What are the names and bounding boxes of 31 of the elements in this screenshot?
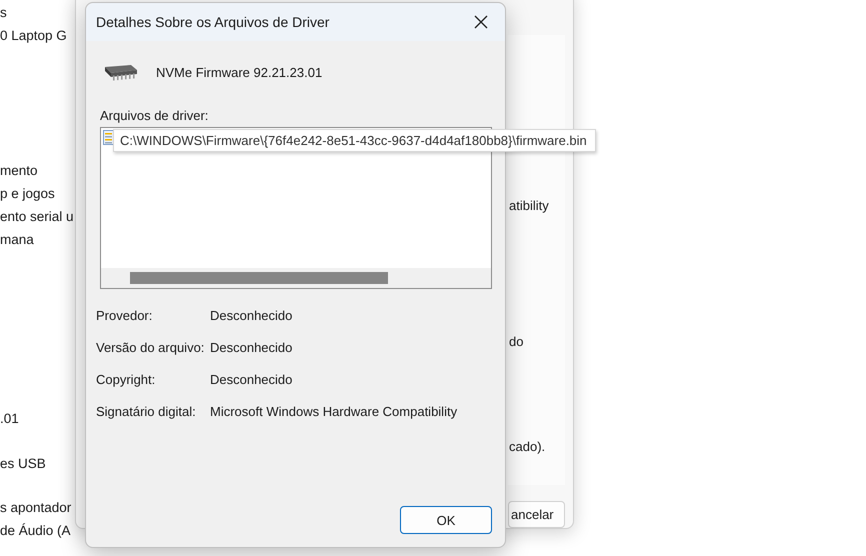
device-list-item[interactable]: p e jogos [0,182,55,205]
property-text: cado). [508,439,546,454]
property-value: Microsoft Windows Hardware Compatibility [210,403,458,420]
property-value: Desconhecido [210,371,292,388]
property-text: do [508,334,524,349]
property-label: Signatário digital: [96,403,196,420]
device-list-item[interactable]: ento serial u [0,205,74,228]
cancel-button[interactable]: ancelar [508,501,565,528]
property-value: Desconhecido [210,307,292,324]
device-list-item[interactable]: de Áudio (A [0,519,71,542]
property-value: Desconhecido [210,339,292,356]
scrollbar-thumb[interactable] [130,272,388,284]
property-text: atibility [508,198,549,213]
device-list-item[interactable]: .01 [0,407,19,430]
property-label: Versão do arquivo: [96,339,204,356]
device-list-item[interactable]: s [0,1,7,24]
device-list-item[interactable]: es USB [0,452,46,475]
close-icon [474,15,488,29]
files-label: Arquivos de driver: [100,108,208,123]
window-title: Detalhes Sobre os Arquivos de Driver [96,14,330,30]
horizontal-scrollbar[interactable] [101,268,491,288]
file-icon [103,130,115,146]
property-label: Copyright: [96,371,156,388]
device-list-item[interactable]: mana [0,228,34,251]
device-list-item[interactable]: s apontador [0,496,72,519]
path-tooltip: C:\WINDOWS\Firmware\{76f4e242-8e51-43cc-9637-d4d4af180bb8}\firmware.bin [113,129,596,152]
device-name: NVMe Firmware 92.21.23.01 [156,64,322,80]
ok-button[interactable]: OK [400,506,492,534]
device-list-item[interactable]: mento [0,159,38,182]
property-label: Provedor: [96,307,152,324]
device-list-item[interactable]: 0 Laptop G [0,24,67,47]
